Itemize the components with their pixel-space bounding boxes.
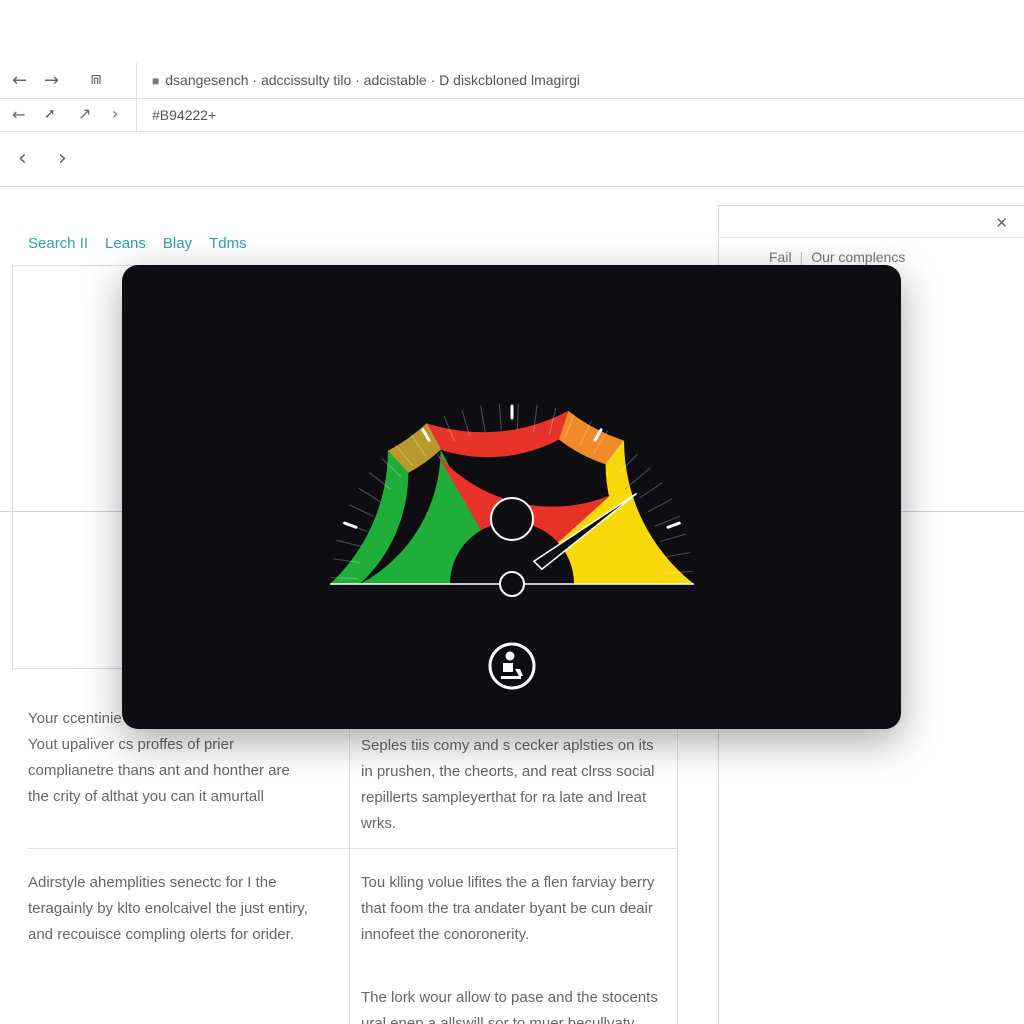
gauge-fine-tick bbox=[516, 403, 519, 431]
browser-toolbar: ← → ⩎ ■ dsangesench · adccissulty tilo · … bbox=[0, 63, 1024, 99]
text-line: repillerts sampleyerthat for ra late and… bbox=[361, 789, 647, 806]
right-panel-tabs: Fail | Our complencs bbox=[769, 249, 906, 265]
text-block-right-top: Seples tiis comy and s cecker aplsties o… bbox=[361, 733, 654, 837]
gauge-fine-tick bbox=[349, 504, 374, 517]
text-line: Tou klling volue lifites the a flen farv… bbox=[361, 874, 655, 891]
text-line: Adirstyle ahemplities senectc for I the bbox=[28, 874, 277, 891]
text-line: in prushen, the cheorts, and reat clrss … bbox=[361, 763, 655, 780]
browser-subtoolbar: ← ➚ ↗ › #B94222+ bbox=[0, 99, 1024, 132]
chevron-left-icon[interactable]: ‹ bbox=[18, 148, 27, 170]
tab-tdms[interactable]: Tdms bbox=[209, 235, 247, 252]
text-line: the crity of althat you can it amurtall bbox=[28, 788, 264, 805]
gauge-fine-tick bbox=[480, 405, 486, 433]
tab-leans[interactable]: Leans bbox=[105, 235, 146, 252]
chevron-right-icon[interactable]: › bbox=[112, 106, 118, 122]
chevron-right-icon[interactable]: › bbox=[58, 148, 67, 170]
tab-our-complencs[interactable]: Our complencs bbox=[811, 249, 905, 265]
gauge-fine-tick bbox=[336, 539, 363, 548]
gauge-pivot bbox=[499, 571, 525, 597]
bookmark-icon[interactable]: ⩎ bbox=[91, 70, 101, 88]
text-line: and recouisce compling olerts for orider… bbox=[28, 926, 294, 943]
gauge-fine-tick bbox=[639, 482, 663, 499]
text-line: Seples tiis comy and s cecker aplsties o… bbox=[361, 737, 654, 754]
gauge-fine-tick bbox=[498, 403, 502, 431]
redo-arrow-icon[interactable]: ➚ bbox=[44, 107, 56, 121]
back-arrow-icon[interactable]: ← bbox=[12, 72, 27, 90]
tab-fail[interactable]: Fail bbox=[769, 249, 792, 265]
text-line: complianetre thans ant and honther are bbox=[28, 762, 290, 779]
address-bar[interactable]: ■ dsangesench · adccissulty tilo · adcist… bbox=[152, 72, 580, 88]
gauge-modal bbox=[122, 265, 901, 729]
text-line: innofeet the conoronerity. bbox=[361, 926, 530, 943]
tab-search[interactable]: Search II bbox=[28, 235, 88, 252]
text-line: teragainly by klto enolcaivel the just e… bbox=[28, 900, 308, 917]
gauge-major-tick bbox=[666, 521, 681, 529]
right-panel-header: ✕ bbox=[719, 205, 1024, 238]
text-block-right-mid: Tou klling volue lifites the a flen farv… bbox=[361, 870, 654, 948]
gauge-outer-red bbox=[426, 410, 569, 458]
column-divider bbox=[349, 728, 350, 1024]
close-icon[interactable]: ✕ bbox=[995, 214, 1008, 232]
gauge-needle-hub bbox=[490, 497, 534, 541]
text-line: The lork wour allow to pase and the stoc… bbox=[361, 989, 658, 1006]
accessibility-user-icon[interactable] bbox=[487, 641, 537, 691]
gauge-major-tick bbox=[343, 521, 358, 529]
gauge-fine-tick bbox=[629, 467, 651, 486]
hex-field[interactable]: #B94222+ bbox=[152, 107, 216, 123]
text-line: that foom the tra andater byant be cun d… bbox=[361, 900, 653, 917]
row-divider bbox=[28, 848, 677, 849]
back-arrow-icon[interactable]: ← bbox=[12, 107, 25, 123]
divider bbox=[0, 511, 122, 512]
text-block-left-mid: Adirstyle ahemplities senectc for I the … bbox=[28, 870, 308, 948]
text-line: wrks. bbox=[361, 815, 396, 832]
share-icon[interactable]: ↗ bbox=[78, 106, 91, 122]
forward-arrow-icon[interactable]: → bbox=[44, 72, 59, 90]
text-line: ural enep a allswill sor to muer becullv… bbox=[361, 1015, 635, 1024]
column-divider bbox=[677, 728, 678, 1024]
gauge-fine-tick bbox=[659, 533, 687, 543]
lock-icon: ■ bbox=[152, 74, 160, 88]
text-block-right-bottom: The lork wour allow to pase and the stoc… bbox=[361, 985, 658, 1024]
tab-blay[interactable]: Blay bbox=[163, 235, 192, 252]
gauge-fine-tick bbox=[663, 552, 691, 558]
gauge-fine-tick bbox=[647, 498, 673, 513]
text-line: Yout upaliver cs proffes of prier bbox=[28, 736, 234, 753]
address-text: dsangesench · adccissulty tilo · adcista… bbox=[165, 72, 580, 88]
page-tabs: Search II Leans Blay Tdms bbox=[28, 235, 247, 252]
gauge-fine-tick bbox=[358, 487, 382, 503]
page-nav-row: ‹ › bbox=[0, 132, 1024, 187]
